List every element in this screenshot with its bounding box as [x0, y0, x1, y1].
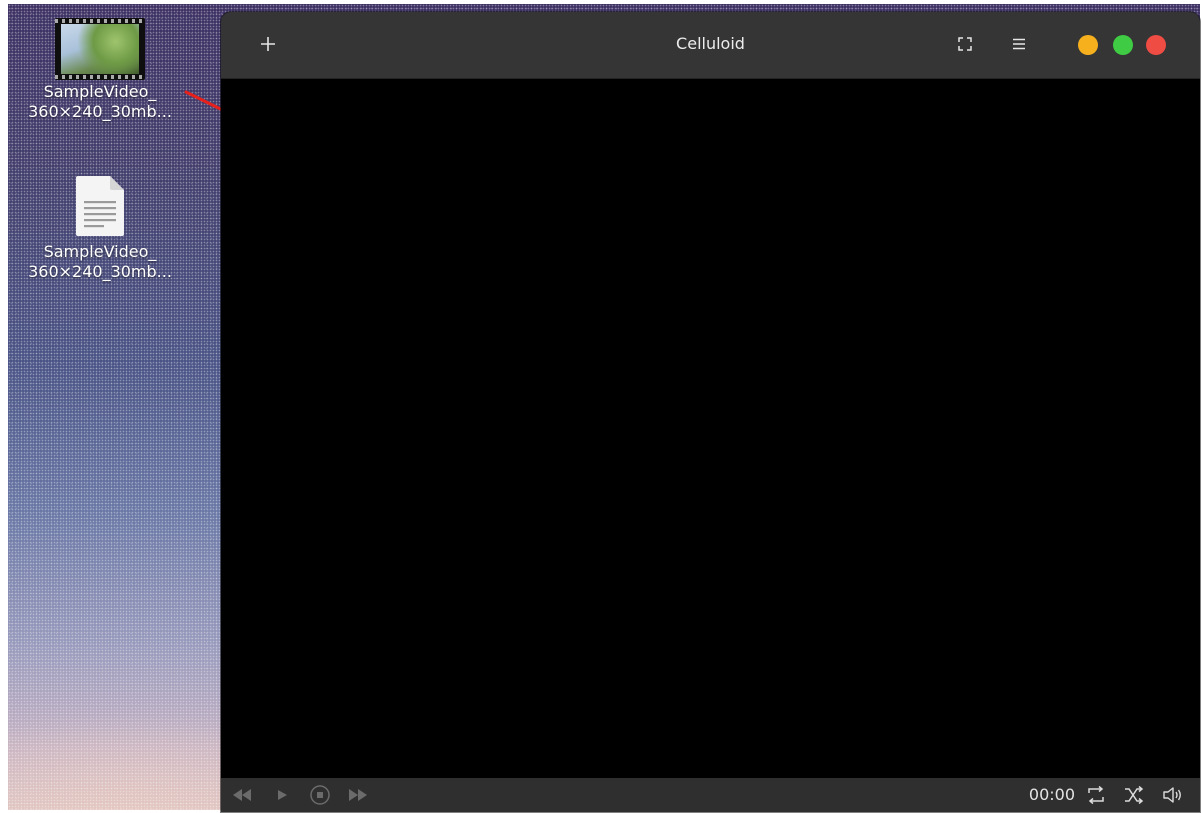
- desktop-icon-label-line2: 360×240_30mb...: [28, 102, 172, 121]
- video-area[interactable]: [221, 79, 1200, 778]
- close-button[interactable]: [1146, 35, 1166, 55]
- desktop-icon-label-line2: 360×240_30mb...: [28, 262, 172, 281]
- video-file-icon: [55, 18, 145, 80]
- volume-button[interactable]: [1159, 783, 1185, 807]
- window-title: Celluloid: [676, 34, 745, 53]
- fast-forward-icon: [349, 789, 367, 801]
- desktop-icon-video-file[interactable]: SampleVideo_ 360×240_30mb...: [11, 18, 189, 122]
- shuffle-icon: [1125, 785, 1144, 805]
- fullscreen-button[interactable]: [948, 27, 982, 61]
- fast-forward-button[interactable]: [345, 783, 371, 807]
- hamburger-menu-icon: [1013, 38, 1025, 50]
- desktop-icon-label: SampleVideo_: [43, 82, 157, 101]
- maximize-button[interactable]: [1113, 35, 1133, 55]
- minimize-button[interactable]: [1078, 35, 1098, 55]
- plus-icon: [261, 37, 275, 51]
- stop-button[interactable]: [307, 783, 333, 807]
- add-button[interactable]: [251, 27, 285, 61]
- desktop-icon-label: SampleVideo_: [43, 242, 157, 261]
- loop-button[interactable]: [1083, 783, 1109, 807]
- loop-icon: [1088, 785, 1104, 805]
- time-label: 00:00: [1028, 785, 1075, 804]
- control-bar: 00:00: [221, 778, 1200, 812]
- volume-icon: [1163, 787, 1181, 803]
- play-button[interactable]: [269, 783, 295, 807]
- header-bar: Celluloid: [221, 12, 1200, 79]
- stop-icon: [310, 785, 330, 805]
- shuffle-button[interactable]: [1121, 783, 1147, 807]
- main-menu-button[interactable]: [1002, 27, 1036, 61]
- desktop-icon-text-file[interactable]: SampleVideo_ 360×240_30mb...: [11, 174, 189, 282]
- rewind-button[interactable]: [229, 783, 255, 807]
- rewind-icon: [233, 789, 251, 801]
- fullscreen-icon: [958, 37, 972, 51]
- text-document-icon: [76, 176, 124, 236]
- celluloid-window: Celluloid 00:00: [221, 12, 1200, 812]
- play-icon: [278, 790, 287, 800]
